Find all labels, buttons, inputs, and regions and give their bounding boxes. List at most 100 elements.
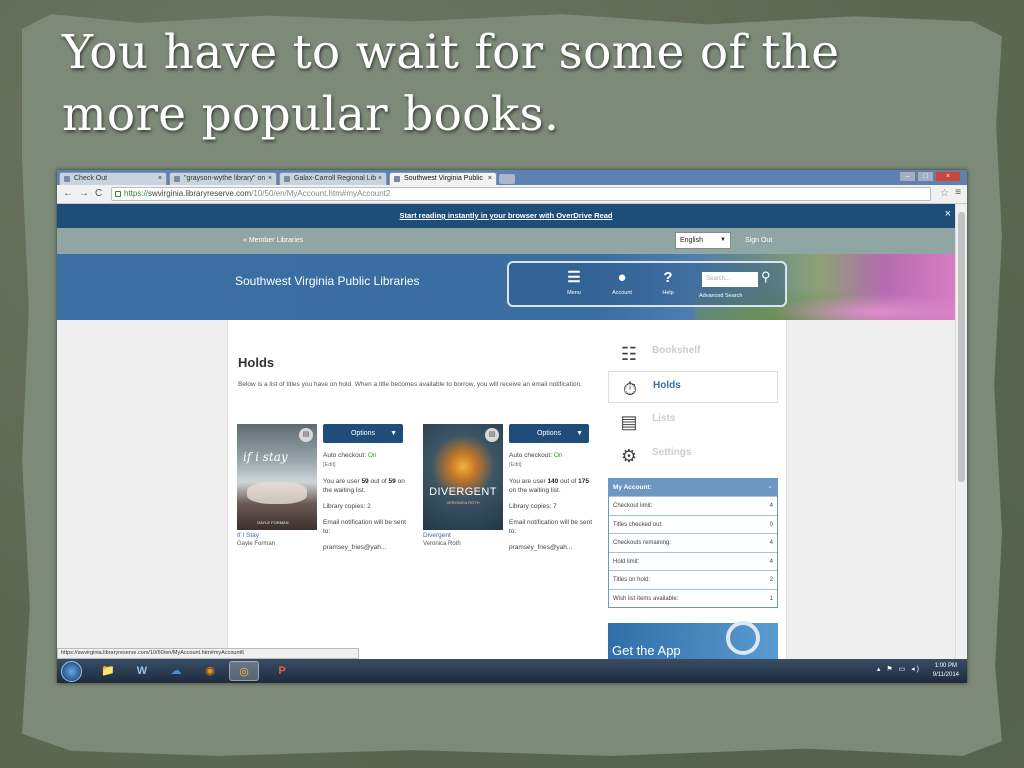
promo-banner: Start reading instantly in your browser … [57, 204, 955, 228]
menu-nav-button[interactable]: ☰ Menu [557, 269, 591, 299]
book-author-link[interactable]: Veronica Roth [423, 541, 461, 547]
site-header: Southwest Virginia Public Libraries ☰ Me… [57, 254, 955, 320]
onedrive-cloud-icon[interactable]: ☁ [161, 661, 191, 681]
close-window-icon[interactable]: × [935, 171, 961, 182]
forward-arrow-icon[interactable]: → [79, 188, 89, 199]
email-address: pramsey_fries@yah... [323, 544, 387, 551]
book-cover[interactable]: if i stay GAYLE FORMAN ▤ [237, 424, 317, 530]
powerpoint-icon[interactable]: P [267, 661, 297, 681]
book-format-icon: ▤ [485, 428, 499, 442]
firefox-icon[interactable]: ◉ [195, 661, 225, 681]
hold-details: Auto checkout: On [Edit] You are user 140… [509, 451, 593, 559]
browser-tab[interactable]: Galax-Carroll Regional Lib × [279, 172, 387, 185]
account-row-value: 0 [769, 521, 773, 528]
tab-favicon-icon [174, 176, 180, 182]
my-account-header[interactable]: My Account: - [609, 479, 777, 496]
tab-close-icon[interactable]: × [488, 173, 492, 185]
options-button[interactable]: Options ▼ [509, 424, 589, 443]
account-row-label: Checkouts remaining: [613, 540, 672, 546]
web-page: Start reading instantly in your browser … [57, 204, 955, 659]
word-icon[interactable]: W [127, 661, 157, 681]
library-copies: Library copies: 7 [509, 503, 557, 510]
account-row-value: 1 [769, 595, 773, 602]
help-nav-button[interactable]: ? Help [651, 269, 685, 299]
tab-close-icon[interactable]: × [268, 173, 272, 185]
stopwatch-icon: ⏱ [622, 379, 638, 399]
sidebar-item-holds[interactable]: ⏱ Holds [608, 371, 778, 403]
options-label: Options [350, 430, 376, 437]
auto-checkout-label: Auto checkout: [509, 452, 552, 459]
browser-screenshot: Check Out × "grayson-wythe library" on ×… [57, 170, 967, 683]
sidebar-item-label: Lists [652, 413, 676, 424]
url-scheme: https:// [124, 189, 149, 198]
question-mark-icon: ? [663, 269, 673, 286]
page-title: Holds [238, 355, 275, 370]
browser-tab-active[interactable]: Southwest Virginia Public × [389, 172, 497, 185]
close-promo-icon[interactable]: × [945, 204, 951, 224]
get-the-app-banner[interactable]: Get the App [608, 621, 778, 659]
new-tab-button[interactable] [499, 174, 515, 184]
url-path: /10/50/en/MyAccount.htm#myAccount2 [251, 189, 391, 198]
auto-checkout-label: Auto checkout: [323, 452, 366, 459]
queue-total: 175 [578, 478, 590, 485]
language-select[interactable]: English ▼ [675, 232, 731, 249]
address-bar-row: ← → C https://swvirginia.libraryreserve.… [57, 185, 967, 204]
status-url-bar: https://swvirginia.libraryreserve.com/10… [57, 648, 359, 659]
search-input[interactable]: Search... [702, 272, 758, 287]
member-libraries-link[interactable]: « Member Libraries [243, 237, 303, 244]
url-field[interactable]: https://swvirginia.libraryreserve.com/10… [111, 187, 931, 201]
queue-position: 59 [361, 478, 369, 485]
book-cover[interactable]: DIVERGENT VERONICA ROTH ▤ [423, 424, 503, 530]
cover-author-text: GAYLE FORMAN [257, 520, 289, 525]
reload-icon[interactable]: C [95, 188, 102, 199]
slide-title: You have to wait for some of the more po… [62, 25, 840, 142]
scrollbar-thumb[interactable] [958, 212, 965, 482]
system-tray-icons[interactable]: ▴ ⚑ ▭ ◂) [877, 665, 921, 673]
browser-menu-icon[interactable]: ≡ [955, 187, 961, 198]
clock-time: 1:00 PM [934, 663, 958, 669]
cover-title-text: if i stay [243, 450, 288, 464]
tab-label: Southwest Virginia Public [404, 175, 483, 182]
account-label: Account [612, 290, 632, 296]
site-name[interactable]: Southwest Virginia Public Libraries [235, 274, 420, 288]
page-scrollbar[interactable] [955, 204, 967, 659]
account-row: Checkout limit: 4 [609, 496, 777, 515]
advanced-search-link[interactable]: Advanced Search [699, 293, 742, 299]
email-address: pramsey_fries@yah... [509, 544, 573, 551]
minimize-icon[interactable]: – [899, 171, 916, 182]
sidebar-item-bookshelf[interactable]: ☷ Bookshelf [608, 337, 778, 369]
search-icon[interactable]: ⚲ [761, 269, 771, 285]
tab-close-icon[interactable]: × [378, 173, 382, 185]
file-explorer-icon[interactable]: 📁 [93, 661, 123, 681]
options-button[interactable]: Options ▼ [323, 424, 403, 443]
language-value: English [680, 237, 703, 244]
account-nav-button[interactable]: ● Account [605, 269, 639, 299]
windows-start-icon[interactable] [61, 661, 82, 682]
holds-description: Below is a list of titles you have on ho… [238, 381, 582, 388]
edit-link[interactable]: [Edit] [323, 462, 336, 468]
collapse-icon[interactable]: - [769, 479, 771, 496]
person-icon: ● [617, 269, 627, 286]
browser-tab[interactable]: Check Out × [59, 172, 167, 185]
account-row-value: 4 [769, 540, 773, 546]
edit-link[interactable]: [Edit] [509, 462, 522, 468]
book-author-link[interactable]: Gayle Forman [237, 541, 275, 547]
dropdown-caret-icon: ▼ [720, 237, 726, 243]
my-account-summary: My Account: - Checkout limit: 4 Titles ch… [608, 478, 778, 608]
book-title-link[interactable]: If I Stay [237, 532, 259, 539]
bookmark-star-icon[interactable]: ☆ [940, 188, 949, 199]
sidebar-item-settings[interactable]: ⚙ Settings [608, 439, 778, 471]
chrome-icon[interactable]: ◎ [229, 661, 259, 681]
browser-tab[interactable]: "grayson-wythe library" on × [169, 172, 277, 185]
tab-close-icon[interactable]: × [158, 173, 162, 185]
sign-out-link[interactable]: Sign Out [745, 237, 772, 244]
book-title-link[interactable]: Divergent [423, 532, 451, 539]
maximize-icon[interactable]: □ [917, 171, 934, 182]
promo-link[interactable]: Start reading instantly in your browser … [400, 211, 613, 220]
taskbar-clock[interactable]: 1:00 PM 9/11/2014 [933, 662, 959, 680]
sidebar-item-lists[interactable]: ▤ Lists [608, 405, 778, 437]
options-label: Options [536, 430, 562, 437]
queue-text: out of [558, 478, 579, 485]
back-arrow-icon[interactable]: ← [63, 188, 73, 199]
tab-label: Galax-Carroll Regional Lib [294, 175, 377, 182]
